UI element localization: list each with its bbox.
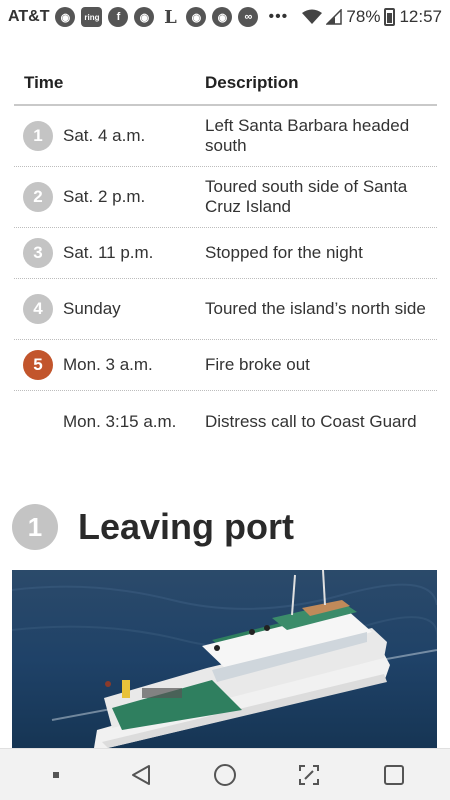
row-description: Fire broke out <box>205 355 310 374</box>
section-heading: 1 Leaving port <box>12 504 294 550</box>
table-row: 2 Sat. 2 p.m. Toured south side of Santa… <box>14 167 437 228</box>
more-notifications-icon: ••• <box>268 8 289 25</box>
signal-icon <box>326 9 343 25</box>
table-row: 5 Mon. 3 a.m. Fire broke out <box>14 340 437 391</box>
back-icon[interactable] <box>121 755 161 795</box>
chrome-icon: ◉ <box>55 7 76 27</box>
home-icon[interactable] <box>205 755 245 795</box>
screenshot-icon[interactable] <box>289 755 329 795</box>
system-status: 78% 12:57 <box>302 7 442 27</box>
row-description: Distress call to Coast Guard <box>205 411 417 431</box>
row-description: Stopped for the night <box>205 243 363 262</box>
description-column-header: Description <box>205 73 299 92</box>
step-marker-active: 5 <box>23 350 53 380</box>
step-marker: 3 <box>23 238 53 268</box>
row-description: Toured the island’s north side <box>205 299 426 318</box>
row-description: Toured south side of Santa Cruz Island <box>205 177 408 216</box>
tripadvisor-icon: ∞ <box>238 7 259 27</box>
row-time: Sat. 4 a.m. <box>63 126 146 145</box>
chrome-icon: ◉ <box>134 7 155 27</box>
row-time: Sat. 11 p.m. <box>63 243 154 262</box>
table-row: Mon. 3:15 a.m. Distress call to Coast Gu… <box>14 391 437 452</box>
recents-icon[interactable] <box>374 755 414 795</box>
facebook-icon: f <box>108 7 129 27</box>
table-row: 1 Sat. 4 a.m. Left Santa Barbara headed … <box>14 106 437 167</box>
android-navigation-bar <box>0 748 450 800</box>
row-time: Mon. 3 a.m. <box>63 355 153 374</box>
ring-icon: ring <box>81 7 103 27</box>
chrome-icon: ◉ <box>186 7 207 27</box>
wifi-icon <box>302 9 323 24</box>
timeline-table: Time Description 1 Sat. 4 a.m. Left Sant… <box>14 62 437 452</box>
table-header: Time Description <box>14 62 437 106</box>
row-description: Left Santa Barbara headed south <box>205 116 410 155</box>
section-number-badge: 1 <box>12 504 58 550</box>
dot-icon[interactable] <box>36 755 76 795</box>
carrier-label: AT&T <box>8 8 50 25</box>
boat-photo <box>12 570 437 748</box>
battery-icon <box>384 8 396 26</box>
table-row: 4 Sunday Toured the island’s north side <box>14 279 437 340</box>
battery-percent: 78% <box>346 7 381 26</box>
table-row: 3 Sat. 11 p.m. Stopped for the night <box>14 228 437 279</box>
chrome-icon: ◉ <box>212 7 233 27</box>
row-time: Sat. 2 p.m. <box>63 187 146 206</box>
row-time: Sunday <box>63 299 121 318</box>
clock: 12:57 <box>399 7 442 26</box>
step-marker: 2 <box>23 182 53 212</box>
step-marker: 4 <box>23 294 53 324</box>
boat-photo-illustration <box>12 570 437 748</box>
time-column-header: Time <box>24 73 64 92</box>
step-marker-empty <box>23 407 53 437</box>
section-title: Leaving port <box>78 506 295 547</box>
status-bar: AT&T ◉ ring f ◉ L ◉ ◉ ∞ ••• 78% 12:57 <box>0 0 450 34</box>
row-time: Mon. 3:15 a.m. <box>63 411 177 431</box>
step-marker: 1 <box>23 121 53 151</box>
la-times-icon: L <box>164 6 177 28</box>
notification-icons: ◉ ring f ◉ L ◉ ◉ ∞ <box>55 6 259 28</box>
